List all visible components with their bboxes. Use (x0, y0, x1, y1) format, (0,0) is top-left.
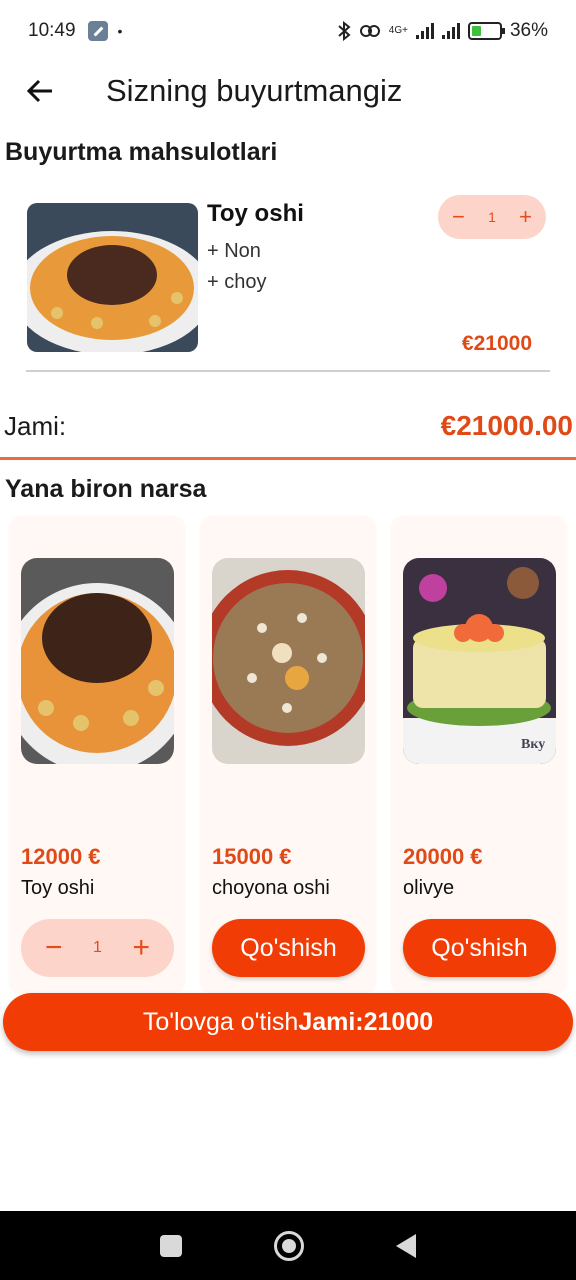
link-icon (359, 25, 380, 37)
suggestion-name: Toy oshi (21, 877, 95, 899)
suggestion-name: olivye (403, 877, 455, 899)
decrease-button[interactable]: − (45, 931, 63, 965)
total-row: Jami: €21000.00 (0, 405, 576, 460)
toy-oshi-image (27, 203, 198, 352)
cart-item-price: €21000 (461, 332, 532, 355)
status-bar: 10:49 • 4G+ 36% (0, 0, 576, 62)
total-label: Jami: (4, 411, 67, 441)
signal-icon-2 (441, 23, 460, 39)
wrench-icon (87, 21, 108, 41)
checkout-total: Jami:21000 (298, 1007, 434, 1036)
total-value: €21000.00 (440, 410, 573, 441)
system-nav-bar (0, 1211, 576, 1280)
recents-icon[interactable] (160, 1234, 182, 1257)
add-button[interactable]: Qo'shish (212, 919, 365, 977)
olivye-image: Вку (403, 558, 556, 764)
signal-icon (415, 23, 434, 39)
bluetooth-icon (338, 21, 351, 41)
app-bar: Sizning buyurtmangiz (0, 62, 576, 120)
suggestion-card: Вку 20000 € olivye Qo'shish (391, 516, 567, 994)
suggestion-price: 15000 € (212, 844, 292, 869)
quantity-value: 1 (93, 939, 102, 956)
cart-item: Toy oshi + Non + choy − 1 + €21000 (26, 192, 550, 372)
choyona-oshi-image (212, 558, 365, 764)
cart-item-extra: + Non (207, 240, 261, 262)
checkout-label: To'lovga o'tish (142, 1007, 299, 1036)
arrow-left-icon (26, 79, 52, 103)
status-time: 10:49 (28, 20, 76, 41)
suggestion-quantity-stepper: − 1 + (21, 919, 174, 977)
suggestion-price: 20000 € (403, 844, 483, 869)
checkout-button[interactable]: To'lovga o'tish Jami:21000 (3, 993, 573, 1051)
suggestion-name: choyona oshi (212, 877, 330, 899)
decrease-button[interactable]: − (452, 204, 465, 230)
cart-quantity-stepper: − 1 + (438, 195, 546, 239)
add-button[interactable]: Qo'shish (403, 919, 556, 977)
home-icon[interactable] (274, 1230, 304, 1261)
page-title: Sizning buyurtmangiz (106, 73, 403, 108)
image-watermark: Вку (521, 737, 545, 752)
back-button[interactable] (0, 62, 80, 120)
cart-item-extra: + choy (207, 271, 267, 293)
back-triangle-icon[interactable] (396, 1233, 416, 1258)
notification-dot: • (117, 23, 123, 39)
order-section-title: Buyurtma mahsulotlari (5, 138, 278, 166)
suggest-section-title: Yana biron narsa (5, 475, 207, 503)
increase-button[interactable]: + (132, 931, 150, 965)
network-type: 4G+ (388, 25, 408, 36)
battery-icon (467, 22, 505, 40)
suggestion-price: 12000 € (21, 844, 101, 869)
battery-percent: 36% (509, 20, 548, 41)
increase-button[interactable]: + (519, 204, 532, 230)
cart-item-name: Toy oshi (207, 200, 304, 227)
quantity-value: 1 (488, 209, 496, 225)
suggestion-list: 12000 € Toy oshi − 1 + 15000 € choyona o… (9, 516, 567, 994)
suggestion-card: 15000 € choyona oshi Qo'shish (200, 516, 376, 994)
toy-oshi-image (21, 558, 174, 764)
suggestion-card: 12000 € Toy oshi − 1 + (9, 516, 185, 994)
